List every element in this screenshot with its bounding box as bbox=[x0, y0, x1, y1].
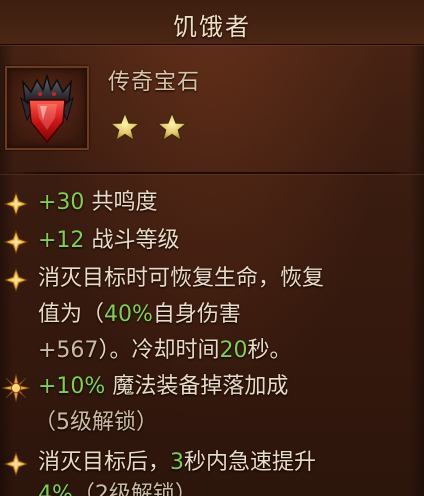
text: 秒内急速提升 bbox=[184, 450, 317, 475]
text: ）。冷却时间 bbox=[98, 338, 220, 363]
text: 值为（ bbox=[38, 302, 105, 327]
stat-label: 魔法装备掉落加成 bbox=[112, 374, 289, 399]
diamond-bullet-icon bbox=[4, 268, 28, 292]
star-icon bbox=[155, 111, 189, 142]
stat-value: 4% bbox=[38, 482, 73, 496]
diamond-bullet-icon bbox=[4, 192, 28, 216]
item-name: 饥饿者 bbox=[173, 13, 251, 41]
stat-text-line2: 值为（40%自身伤害 bbox=[38, 298, 241, 332]
stat-text-line3: +567）。冷却时间20秒。 bbox=[38, 334, 291, 368]
stat-value: +12 bbox=[38, 228, 85, 253]
stat-line: +12 战斗等级 bbox=[38, 224, 179, 258]
divider bbox=[0, 172, 424, 174]
title-bar: 饥饿者 bbox=[0, 0, 424, 45]
red-shield-gem-icon bbox=[20, 73, 74, 144]
stat-label: 共鸣度 bbox=[91, 190, 158, 215]
stat-label: 战斗等级 bbox=[91, 228, 180, 253]
unlock-note: （2级解锁） bbox=[72, 482, 197, 496]
sun-bullet-icon bbox=[2, 374, 30, 402]
stat-line: +30 共鸣度 bbox=[38, 186, 157, 220]
unlock-note: （5级解锁） bbox=[34, 410, 158, 435]
stat-value: 40% bbox=[104, 302, 153, 327]
item-type: 传奇宝石 bbox=[108, 70, 201, 95]
gem-icon-frame bbox=[5, 66, 89, 150]
stat-text-line1: 消灭目标时可恢复生命，恢复 bbox=[38, 266, 325, 291]
stat-value: +10% bbox=[38, 374, 106, 399]
stat-line: +10% 魔法装备掉落加成 bbox=[38, 370, 288, 404]
text: 自身伤害 bbox=[152, 302, 241, 327]
stat-value: +567 bbox=[38, 338, 99, 363]
stat-text-line2: 4%（2级解锁） bbox=[38, 478, 197, 496]
stat-value: 3 bbox=[170, 450, 185, 475]
stat-text-line1: 消灭目标后，3秒内急速提升 bbox=[38, 446, 316, 480]
diamond-bullet-icon bbox=[4, 230, 28, 254]
star-rating bbox=[108, 110, 197, 144]
diamond-bullet-icon bbox=[4, 452, 28, 476]
frame-shade-right bbox=[410, 0, 424, 496]
star-icon bbox=[108, 111, 142, 142]
stat-value: +30 bbox=[38, 190, 85, 215]
text: 秒。 bbox=[247, 338, 292, 363]
text: 消灭目标后， bbox=[38, 450, 171, 475]
item-tooltip: 饥饿者 传奇宝石 +30 共鸣度 +12 战斗等级 消灭目标时可恢复生命，恢复 … bbox=[0, 0, 424, 496]
stat-value: 20 bbox=[219, 338, 248, 363]
